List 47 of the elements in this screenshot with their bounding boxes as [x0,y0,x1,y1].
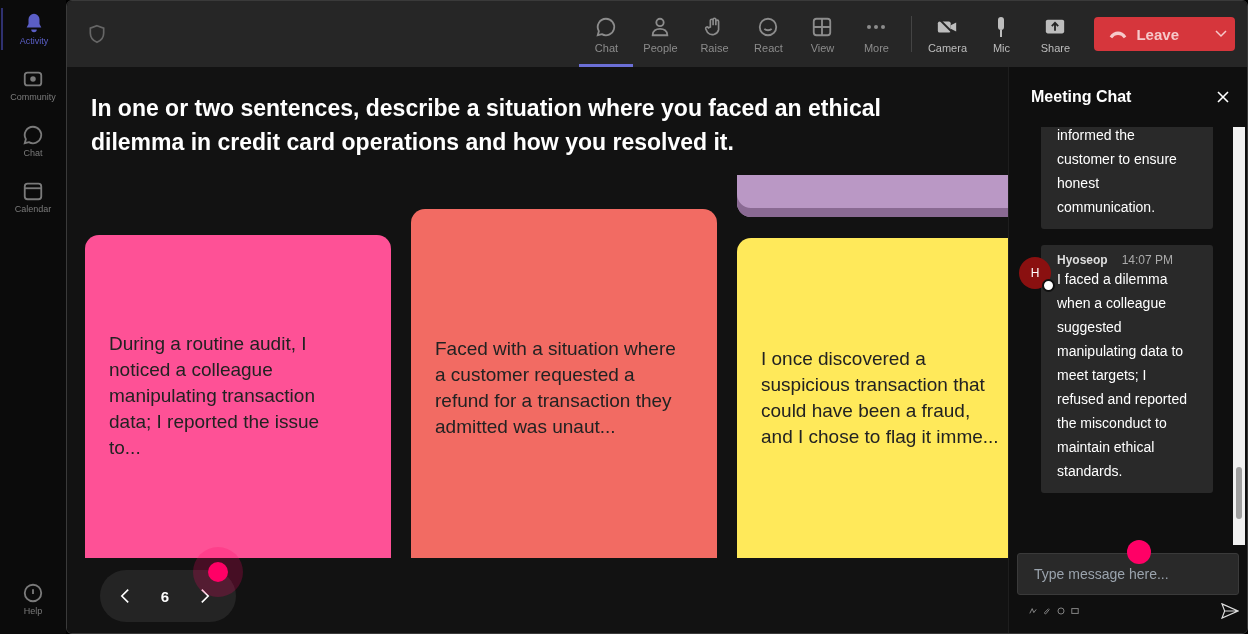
help-icon [22,582,44,604]
toolbar-button[interactable]: Mic [974,1,1029,67]
toolbar-button[interactable]: React [741,1,796,67]
response-text: Faced with a situation where a customer requested a refund for a transaction they admitted was unaut... [435,337,677,439]
more-icon [866,24,887,30]
page-number: 6 [160,587,170,605]
format-icon[interactable] [1029,607,1037,615]
help-button[interactable]: Help [1,578,65,620]
close-icon[interactable] [1217,91,1229,103]
response-text: During a routine audit, I noticed a colleague manipulating transaction data; I reported the issue to... [109,332,321,460]
previous-icon[interactable] [120,588,130,604]
calendar-icon [22,180,44,202]
pointer-marker [193,547,243,597]
hang-up-icon [1108,29,1129,39]
message-time: 14:07 PM [1121,253,1174,267]
gif-icon[interactable] [1071,607,1079,615]
chevron-down-icon[interactable] [1215,30,1227,38]
toolbar-button[interactable]: Share [1028,1,1083,67]
toolbar-button[interactable]: Camera [920,1,975,67]
shield-icon [87,24,107,44]
avatar: H [1019,257,1051,289]
message-text: informed the customer to ensure honest communication. [1057,127,1178,217]
message-text: I faced a dilemma when a colleague suggested manipulating data to meet targets; I refused and reported the misconduct to maintain ethical standards. [1057,270,1188,481]
attach-icon[interactable] [1043,607,1051,615]
sidebar-item[interactable]: Calendar [1,176,65,218]
scrollbar[interactable] [1233,127,1245,545]
chat-bubble-icon [22,124,44,146]
smiley-icon [757,16,780,38]
message-input[interactable]: Type message here... [1017,553,1239,595]
microphone-icon [997,17,1006,37]
question-text: In one or two sentences, describe a situation where you faced an ethical dilemma in credit card operations and how you resolved it. [91,94,882,157]
sidebar-item[interactable]: Community [1,64,65,106]
toolbar-button[interactable]: People [633,1,688,67]
toolbar-button[interactable]: Raise [687,1,742,67]
sidebar-item[interactable]: Chat [1,120,65,162]
send-icon[interactable] [1221,603,1239,619]
author-name: Hyoseop [1057,253,1108,267]
sidebar-item[interactable]: Activity [1,8,65,50]
chat-title: Meeting Chat [1031,88,1132,106]
emoji-icon[interactable] [1057,607,1065,615]
response-text: I once discovered a suspicious transaction that could have been a fraud, and I chose to flag it imme... [761,347,1000,449]
toolbar-button[interactable]: More [849,1,904,67]
leave-button[interactable]: Leave [1094,17,1235,51]
grid-icon [811,16,834,38]
chat-bubble-icon [595,16,618,38]
next-icon[interactable] [200,588,210,604]
toolbar-button[interactable]: View [795,1,850,67]
